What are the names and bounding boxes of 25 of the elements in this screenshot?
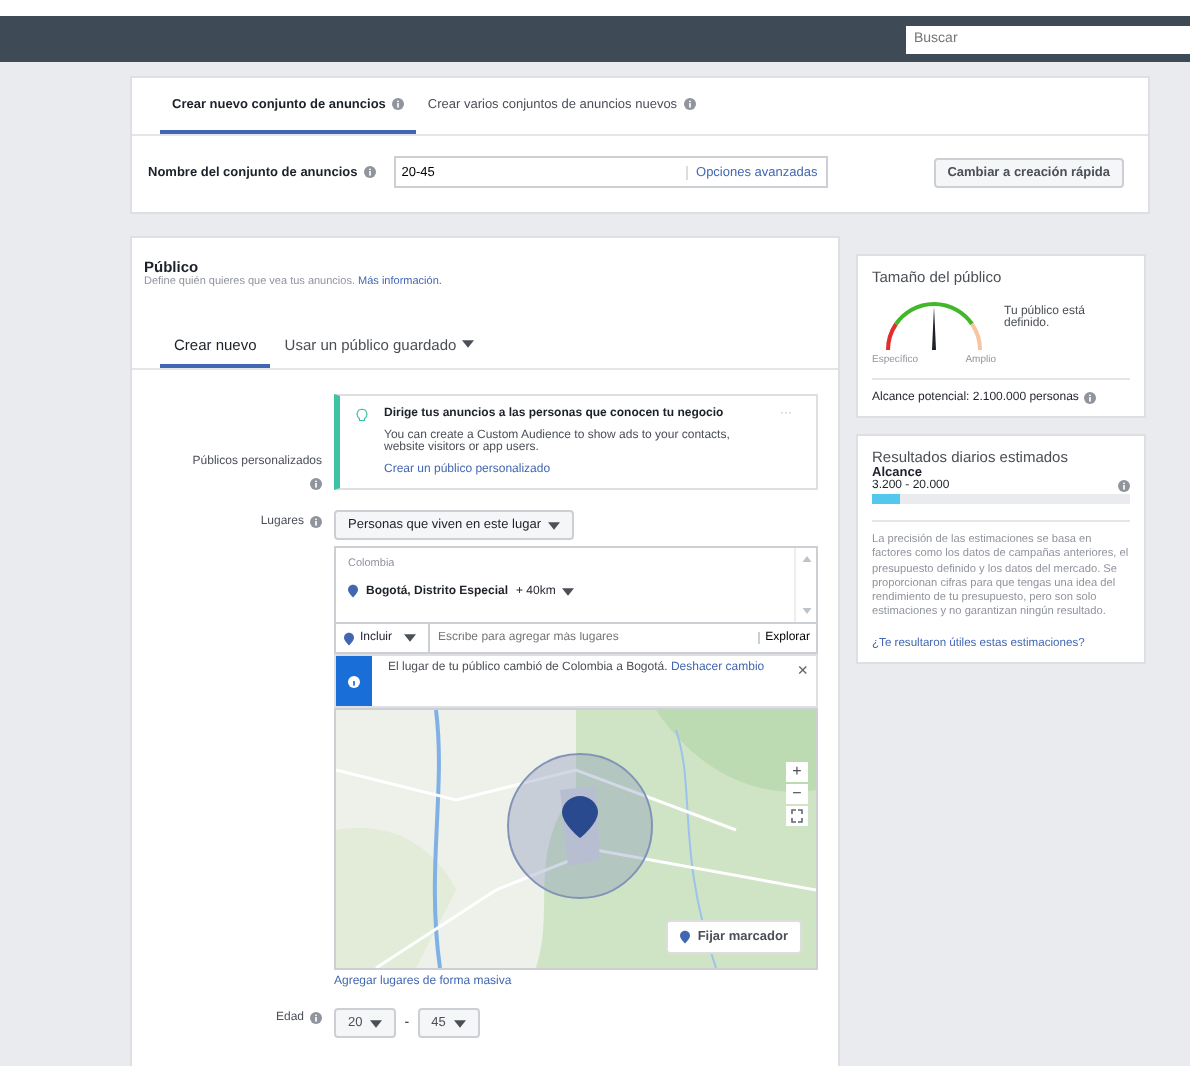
info-icon xyxy=(1084,392,1097,404)
caret-icon xyxy=(548,521,561,529)
info-icon xyxy=(310,516,322,528)
caret-icon xyxy=(370,1019,383,1027)
info-icon xyxy=(391,98,404,110)
scroll-up-icon[interactable] xyxy=(801,556,811,562)
caret-icon xyxy=(462,340,475,348)
caret-icon xyxy=(561,587,574,595)
lightbulb-icon xyxy=(356,408,368,424)
caret-icon xyxy=(453,1019,466,1027)
caret-icon xyxy=(404,634,417,642)
info-icon xyxy=(310,1012,322,1024)
fullscreen-icon[interactable] xyxy=(786,806,808,826)
info-icon xyxy=(348,675,360,687)
scroll-down-icon[interactable] xyxy=(801,608,811,614)
pin-icon xyxy=(344,631,354,645)
info-icon xyxy=(310,478,322,490)
info-icon xyxy=(363,166,376,178)
pin-icon xyxy=(348,584,358,598)
pin-icon xyxy=(679,930,690,944)
close-button[interactable]: × xyxy=(789,656,816,684)
info-icon xyxy=(1118,480,1130,492)
zoom-out-button[interactable]: − xyxy=(786,784,808,804)
info-icon xyxy=(683,98,696,110)
zoom-in-button[interactable]: + xyxy=(786,762,808,782)
